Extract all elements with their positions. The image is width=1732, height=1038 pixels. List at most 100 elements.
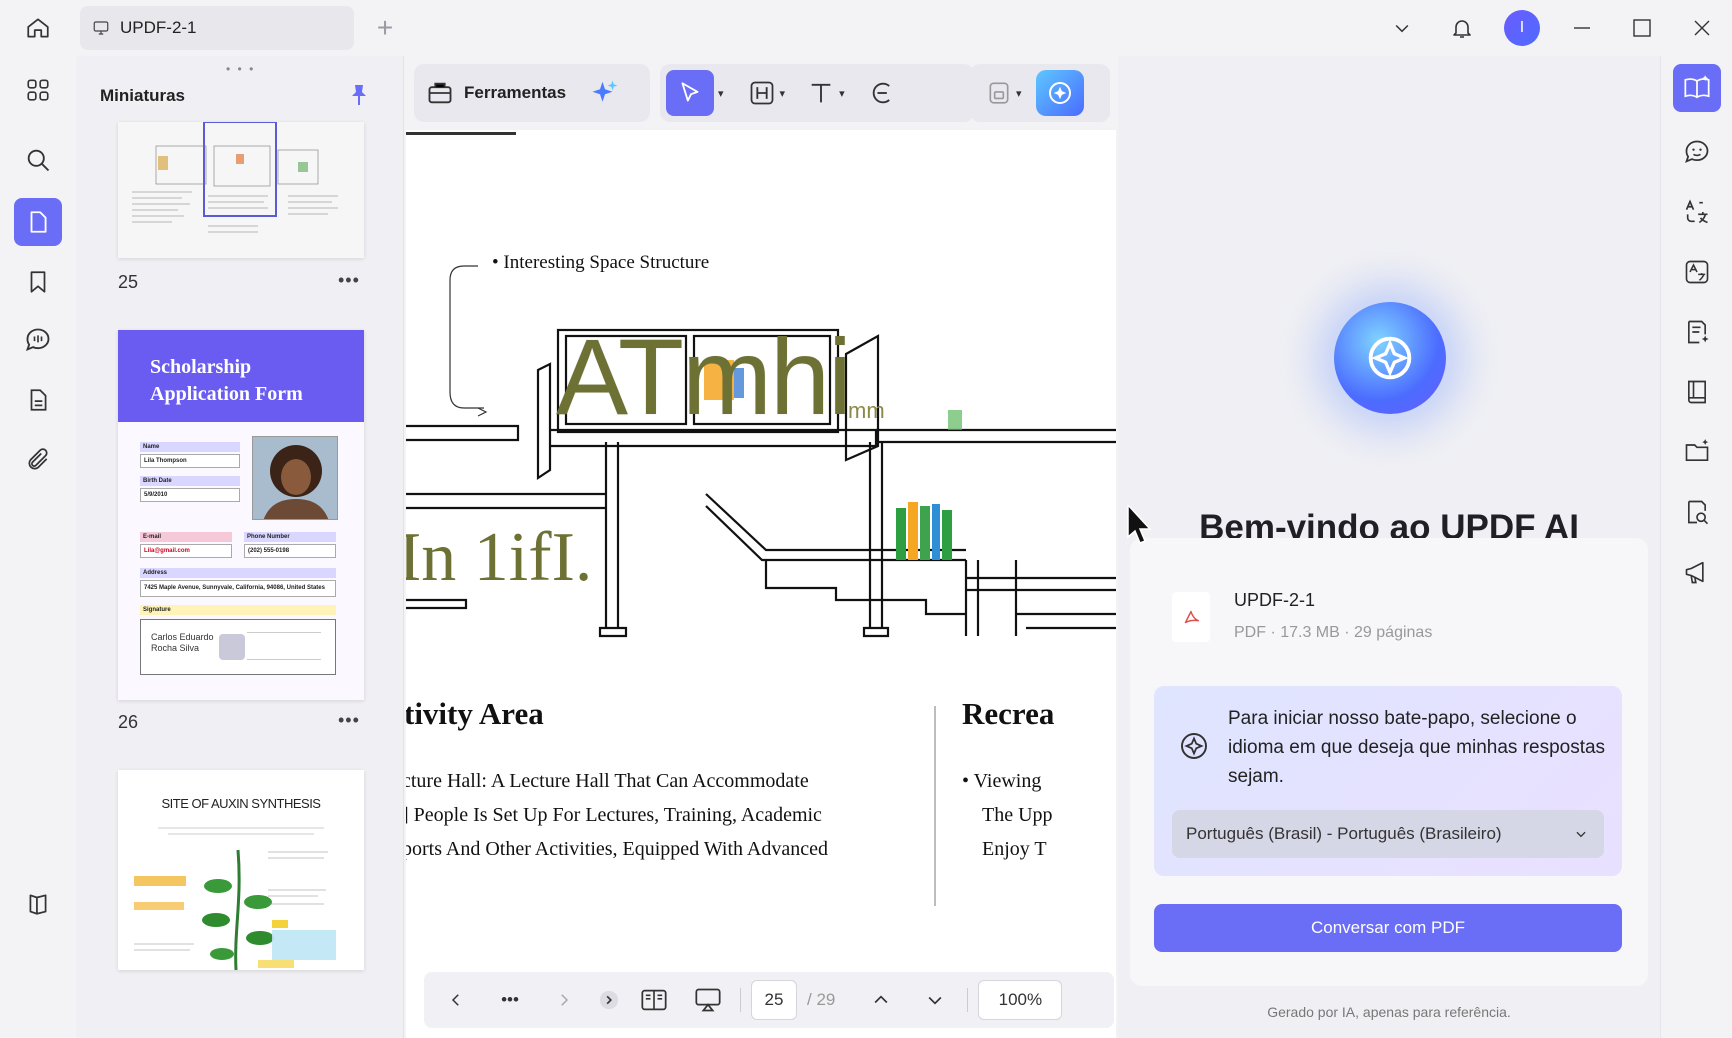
shape-tool-button[interactable]	[861, 70, 901, 116]
ai-summarize-tab[interactable]	[1673, 308, 1721, 356]
divider	[740, 988, 741, 1012]
select-tool-button[interactable]	[666, 70, 714, 116]
avatar: I	[1504, 10, 1540, 46]
thumbnail-page-27[interactable]: SITE OF AUXIN SYNTHESIS	[118, 770, 364, 970]
collapse-nav-button[interactable]	[596, 980, 622, 1020]
page-25-preview	[118, 122, 364, 258]
thumbnail-page-26[interactable]: Scholarship Application Form Name Lila T…	[118, 330, 364, 700]
search-document-icon	[1688, 500, 1709, 525]
close-button[interactable]	[1672, 0, 1732, 56]
nav-more-button[interactable]: •••	[488, 980, 532, 1020]
panel-title: Miniaturas	[100, 86, 186, 105]
prev-page-button[interactable]	[859, 980, 903, 1020]
ai-logo-icon	[1181, 733, 1207, 759]
portrait-image	[253, 437, 337, 519]
tab-title: UPDF-2-1	[120, 18, 197, 37]
highlight-tool-button[interactable]: ▾	[742, 70, 792, 116]
rail-thumbnails-button[interactable]	[14, 198, 62, 246]
thumbnail-page-25[interactable]	[118, 122, 364, 258]
rail-bookmarks-button[interactable]	[14, 258, 62, 306]
notifications-button[interactable]	[1432, 0, 1492, 56]
prompt-message: Para iniciar nosso bate-papo, selecione …	[1228, 708, 1606, 787]
minimize-button[interactable]	[1552, 0, 1612, 56]
form-fields: Name Lila Thompson Birth Date 5/9/2010	[140, 442, 240, 502]
rail-attachments-button[interactable]	[14, 376, 62, 424]
presentation-button[interactable]	[686, 980, 730, 1020]
megaphone-icon	[1685, 561, 1704, 584]
updf-ai-button[interactable]	[1035, 70, 1084, 116]
ai-chat-tab[interactable]	[1673, 64, 1721, 112]
ai-announce-tab[interactable]	[1673, 548, 1721, 596]
ai-book-tab[interactable]	[1673, 368, 1721, 416]
ai-assistant-tab[interactable]	[1673, 128, 1721, 176]
email-value: Lila@gmail.com	[140, 544, 232, 558]
search-icon	[27, 149, 50, 172]
birth-value: 5/9/2010	[140, 488, 240, 502]
page-number-input[interactable]: 25	[751, 980, 797, 1020]
paperclip-icon	[28, 448, 48, 470]
name-label: Name	[140, 442, 240, 452]
nav-forward-button[interactable]	[542, 980, 586, 1020]
ai-chat-card: UPDF-2-1 PDF · 17.3 MB · 29 páginas Para…	[1130, 538, 1648, 986]
ai-translate-page-tab[interactable]	[1673, 248, 1721, 296]
panel-resize-handle[interactable]: • • •	[226, 62, 255, 76]
tools-button[interactable]: Ferramentas	[414, 64, 650, 122]
pin-panel-button[interactable]	[344, 80, 374, 110]
zoom-level[interactable]: 100%	[978, 980, 1063, 1020]
maximize-button[interactable]	[1612, 0, 1672, 56]
tabs-dropdown-button[interactable]	[1372, 0, 1432, 56]
ai-search-doc-tab[interactable]	[1673, 488, 1721, 536]
address-label: Address	[140, 568, 336, 578]
rail-paperclip-button[interactable]	[14, 436, 62, 484]
left-tool-rail	[0, 56, 76, 1038]
grid-icon	[27, 79, 49, 101]
save-icon	[989, 82, 1009, 104]
ocr-overlay-small: mm	[848, 398, 885, 423]
email-label: E-mail	[140, 532, 232, 542]
thumbnail-more-button[interactable]: •••	[338, 270, 360, 291]
select-tool-dropdown[interactable]: ▾	[718, 87, 724, 100]
body-line: cture Hall: A Lecture Hall That Can Acco…	[406, 770, 809, 792]
form-header: Scholarship Application Form	[118, 330, 364, 422]
language-select[interactable]: Português (Brasil) - Português (Brasilei…	[1172, 810, 1604, 858]
home-button[interactable]	[18, 10, 58, 46]
ai-sparkle-icon[interactable]	[590, 78, 620, 108]
body-line: ports And Other Activities, Equipped Wit…	[406, 838, 828, 860]
document-viewer[interactable]: • Interesting Space Structure ATmhi mm I…	[406, 130, 1116, 1038]
extra-tools: ▾	[970, 64, 1110, 122]
document-tab-icon	[93, 21, 109, 35]
file-meta: PDF · 17.3 MB · 29 páginas	[1234, 624, 1433, 641]
nav-back-button[interactable]	[434, 980, 478, 1020]
body-line: ] People Is Set Up For Lectures, Trainin…	[406, 804, 822, 826]
save-tool-button[interactable]: ▾	[980, 70, 1028, 116]
phone-label: Phone Number	[244, 532, 336, 542]
text-tool-button[interactable]: ▾	[801, 70, 851, 116]
attached-file[interactable]: UPDF-2-1 PDF · 17.3 MB · 29 páginas	[1166, 578, 1606, 650]
page-layout-button[interactable]	[632, 980, 676, 1020]
chevron-left-icon	[451, 994, 459, 1006]
text-icon	[811, 83, 831, 103]
rail-search-button[interactable]	[14, 136, 62, 184]
ai-logo-icon	[1048, 82, 1071, 104]
chat-with-pdf-button[interactable]: Conversar com PDF	[1154, 904, 1622, 952]
new-tab-button[interactable]: +	[370, 14, 400, 44]
body-line-right: Enjoy T	[982, 838, 1047, 860]
ellipse-text-icon	[872, 82, 890, 104]
thumbnail-more-button[interactable]: •••	[338, 710, 360, 731]
ai-translate-tab[interactable]	[1673, 188, 1721, 236]
chat-bot-icon	[1685, 140, 1709, 163]
title-bar: UPDF-2-1 + I	[0, 0, 1732, 56]
account-button[interactable]: I	[1492, 0, 1552, 56]
ai-folder-tab[interactable]	[1673, 428, 1721, 476]
name-value: Lila Thompson	[140, 454, 240, 468]
translate-icon	[1685, 199, 1708, 224]
ocr-overlay-lower: In 1ifI.	[406, 519, 593, 596]
rail-theme-button[interactable]	[14, 880, 62, 928]
document-tab[interactable]: UPDF-2-1	[80, 6, 354, 50]
ai-disclaimer: Gerado por IA, apenas para referência.	[1267, 1004, 1511, 1020]
next-page-button[interactable]	[913, 980, 957, 1020]
rail-comments-button[interactable]	[14, 316, 62, 364]
rail-organize-button[interactable]	[14, 66, 62, 114]
thumbnail-page-number: 26	[118, 712, 139, 732]
page-icon	[30, 211, 47, 233]
